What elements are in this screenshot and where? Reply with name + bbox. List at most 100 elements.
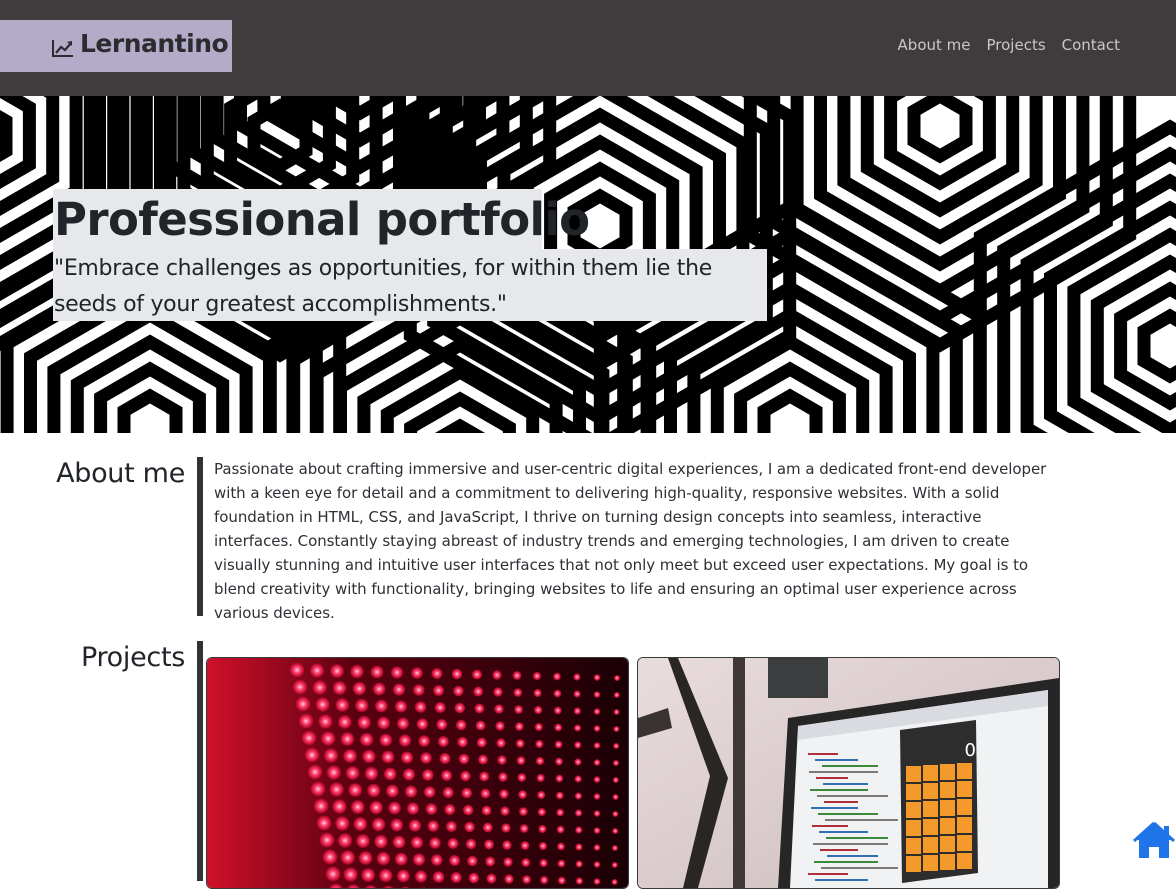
led-dot — [501, 823, 510, 832]
led-dot — [612, 845, 618, 851]
led-dot — [614, 709, 620, 715]
led-dot — [502, 840, 511, 849]
led-dot — [424, 786, 436, 798]
home-button[interactable] — [1132, 820, 1176, 860]
led-dot — [594, 742, 601, 749]
led-dot — [574, 690, 581, 697]
hero-banner: Professional portfolio "Embrace challeng… — [0, 96, 1176, 433]
led-dot — [313, 680, 327, 694]
led-dot — [443, 787, 454, 798]
calculator-key — [923, 837, 938, 853]
projects-heading: Projects — [81, 642, 185, 673]
led-dot — [516, 739, 525, 748]
project-card-1[interactable] — [206, 657, 629, 889]
led-dot — [474, 704, 484, 714]
led-dot — [341, 732, 355, 746]
led-dot — [494, 704, 503, 713]
led-dot — [395, 700, 407, 712]
led-dot — [576, 877, 583, 884]
led-dot — [361, 868, 375, 882]
led-dot — [520, 824, 529, 833]
led-dot — [343, 749, 357, 763]
led-dot — [464, 822, 475, 833]
led-dot — [554, 707, 562, 715]
code-line — [812, 825, 848, 827]
code-line — [810, 789, 868, 791]
calculator-key — [923, 765, 938, 781]
led-dot — [296, 697, 311, 712]
led-dot — [311, 782, 326, 797]
calculator-key — [957, 835, 972, 851]
led-dot — [457, 737, 468, 748]
led-dot — [426, 803, 438, 815]
led-dot — [555, 741, 563, 749]
led-dot — [612, 811, 618, 817]
led-dot — [397, 717, 409, 729]
code-line — [826, 837, 888, 839]
calculator-key — [923, 819, 938, 835]
hexagon-ring — [914, 96, 966, 156]
led-dot — [448, 838, 459, 849]
led-dot — [362, 750, 375, 763]
led-dot — [350, 665, 363, 678]
led-dot — [478, 755, 488, 765]
home-icon — [1132, 820, 1176, 860]
laptop-calculator-app-photo: 0 — [638, 658, 1059, 888]
led-dot — [479, 772, 489, 782]
led-dot — [393, 683, 405, 695]
led-dot — [484, 840, 494, 850]
led-dot — [517, 756, 526, 765]
code-line — [808, 753, 838, 755]
hero-quote: "Embrace challenges as opportunities, fo… — [54, 251, 766, 323]
led-dot — [358, 716, 371, 729]
led-dot — [558, 877, 566, 885]
led-dot — [405, 785, 417, 797]
led-dot — [515, 722, 524, 731]
led-dot — [377, 717, 390, 730]
led-dot — [483, 823, 493, 833]
led-dot — [517, 773, 526, 782]
led-dot — [353, 682, 366, 695]
led-dot — [335, 698, 349, 712]
led-dot — [384, 768, 397, 781]
led-dot — [411, 836, 423, 848]
led-dot — [594, 691, 601, 698]
calculator-key — [923, 801, 938, 817]
led-dot — [338, 715, 352, 729]
project-card-2[interactable]: 0 — [637, 657, 1060, 889]
about-heading: About me — [56, 458, 185, 489]
led-dot — [521, 841, 530, 850]
led-dot — [341, 850, 355, 864]
nav-link-contact[interactable]: Contact — [1062, 36, 1120, 54]
led-dot — [492, 670, 501, 679]
led-dot — [614, 675, 620, 681]
led-dot — [427, 820, 439, 832]
led-dot — [373, 683, 386, 696]
hexagon-ring — [764, 396, 816, 433]
led-dot — [556, 792, 564, 800]
led-dot — [540, 876, 548, 884]
led-dot — [495, 721, 504, 730]
led-dot — [476, 721, 486, 731]
code-line — [821, 867, 898, 869]
nav-link-about[interactable]: About me — [898, 36, 971, 54]
calculator-key — [923, 783, 938, 799]
led-dot — [614, 692, 620, 698]
nav-link-projects[interactable]: Projects — [987, 36, 1046, 54]
calculator-key — [957, 763, 972, 779]
calculator-key — [957, 817, 972, 833]
led-dot — [513, 671, 522, 680]
calculator-key — [940, 818, 955, 834]
led-dot — [594, 793, 601, 800]
led-dot — [323, 850, 338, 865]
hero-title: Professional portfolio — [54, 193, 589, 246]
led-dot — [554, 690, 562, 698]
led-dot — [330, 664, 344, 678]
led-dot — [535, 723, 543, 731]
led-dot — [338, 833, 352, 847]
calculator-key — [940, 782, 955, 798]
calculator-key — [957, 853, 972, 869]
brand-link[interactable]: Lernantino — [0, 20, 232, 72]
led-dot — [370, 801, 383, 814]
led-dot — [594, 708, 601, 715]
